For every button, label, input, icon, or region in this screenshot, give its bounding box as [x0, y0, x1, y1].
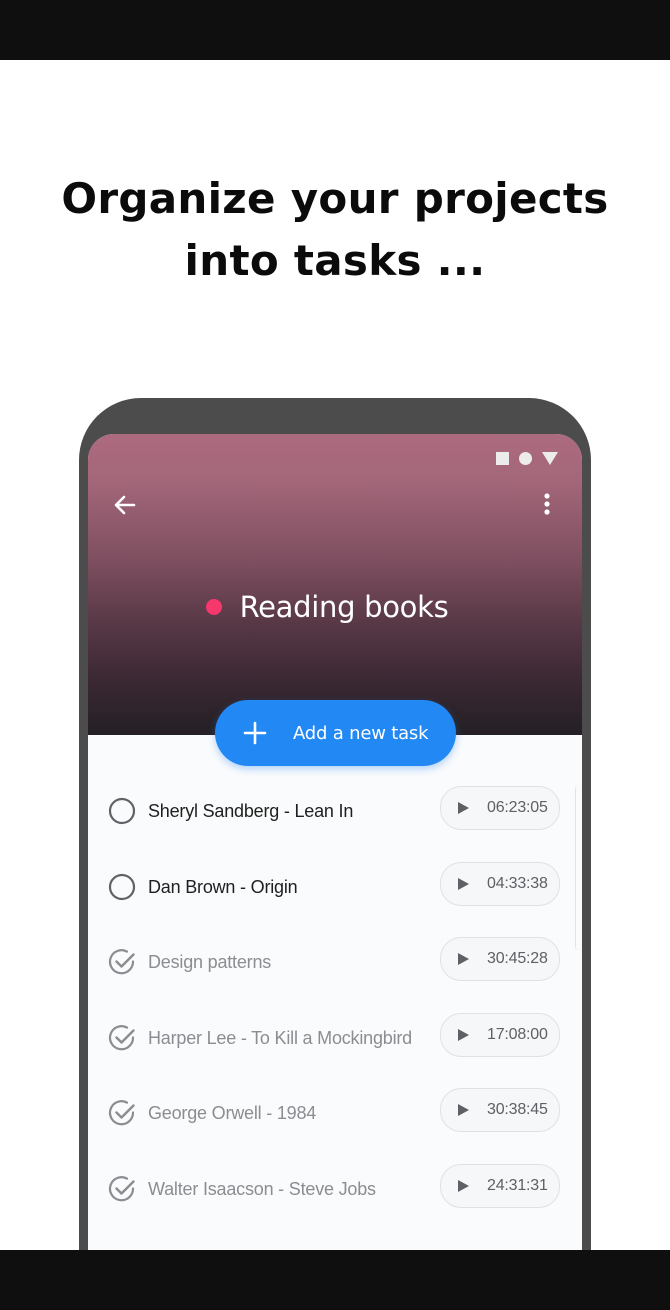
task-checkbox[interactable] [107, 1098, 137, 1128]
project-title-row: Reading books [88, 584, 582, 630]
plus-icon [243, 721, 267, 745]
task-timer-button[interactable]: 04:33:38 [440, 861, 560, 906]
task-name: Walter Isaacson - Steve Jobs [148, 1178, 376, 1199]
circle-icon [519, 451, 532, 465]
play-icon [458, 1104, 469, 1117]
task-time: 24:31:31 [487, 1176, 548, 1194]
task-name: Sheryl Sandberg - Lean In [148, 801, 354, 821]
task-name: Dan Brown - Origin [148, 876, 298, 897]
top-black-band [0, 0, 670, 60]
project-header: Reading books [88, 434, 582, 735]
play-icon [458, 1028, 469, 1041]
task-row[interactable]: Harper Lee - To Kill a Mockingbird 17:08:… [88, 999, 582, 1075]
play-icon [458, 802, 469, 814]
more-options-button[interactable] [532, 490, 562, 520]
project-color-dot [205, 599, 222, 615]
task-list: Sheryl Sandberg - Lean In 06:23:05 Dan Bro… [88, 772, 582, 1226]
task-time: 30:45:28 [487, 950, 548, 968]
checked-circle-icon [108, 949, 135, 975]
task-row[interactable]: George Orwell - 1984 30:38:45 [88, 1074, 582, 1150]
task-row[interactable]: Sheryl Sandberg - Lean In 06:23:05 [88, 772, 582, 848]
task-name: Harper Lee - To Kill a Mockingbird [148, 1027, 412, 1048]
add-task-button[interactable]: Add a new task [215, 700, 456, 766]
checked-circle-icon [108, 1024, 135, 1051]
task-time: 30:38:45 [487, 1101, 548, 1119]
unchecked-circle-icon [108, 873, 136, 900]
back-button[interactable] [110, 490, 140, 520]
triangle-icon [542, 451, 558, 465]
task-time: 06:23:05 [487, 799, 548, 816]
task-row[interactable]: Walter Isaacson - Steve Jobs 24:31:31 [88, 1150, 582, 1226]
checked-circle-icon [108, 1176, 135, 1202]
task-time: 04:33:38 [487, 874, 548, 892]
bottom-black-band [0, 1250, 670, 1310]
headline-line-2: into tasks ... [184, 236, 486, 285]
phone-screen: Reading books Add a new task Sheryl Sand… [88, 434, 582, 1298]
task-name: Design patterns [148, 952, 272, 973]
add-task-label: Add a new task [293, 722, 429, 744]
task-time: 17:08:00 [487, 1025, 548, 1043]
play-icon [458, 953, 469, 966]
headline: Organize your projects into tasks ... [0, 168, 670, 292]
task-timer-button[interactable]: 30:38:45 [440, 1088, 560, 1133]
project-title: Reading books [239, 590, 449, 624]
phone-frame: Reading books Add a new task Sheryl Sand… [79, 398, 591, 1298]
task-timer-button[interactable]: 24:31:31 [440, 1163, 560, 1208]
task-checkbox[interactable] [107, 1174, 137, 1204]
arrow-back-icon [114, 495, 136, 515]
task-checkbox[interactable] [107, 872, 137, 902]
play-icon [458, 877, 469, 890]
headline-line-1: Organize your projects [61, 174, 609, 223]
status-bar [496, 450, 558, 466]
play-icon [458, 1179, 469, 1192]
square-icon [496, 451, 509, 465]
task-checkbox[interactable] [107, 1023, 137, 1053]
task-timer-button[interactable]: 30:45:28 [440, 937, 560, 982]
task-checkbox[interactable] [107, 796, 137, 826]
task-row[interactable]: Dan Brown - Origin 04:33:38 [88, 848, 582, 924]
task-row[interactable]: Design patterns 30:45:28 [88, 923, 582, 999]
more-vert-icon [544, 493, 550, 515]
unchecked-circle-icon [108, 797, 136, 825]
task-checkbox[interactable] [107, 947, 137, 977]
task-timer-button[interactable]: 06:23:05 [440, 786, 560, 830]
task-timer-button[interactable]: 17:08:00 [440, 1012, 560, 1057]
task-name: George Orwell - 1984 [148, 1103, 317, 1124]
checked-circle-icon [108, 1100, 135, 1126]
